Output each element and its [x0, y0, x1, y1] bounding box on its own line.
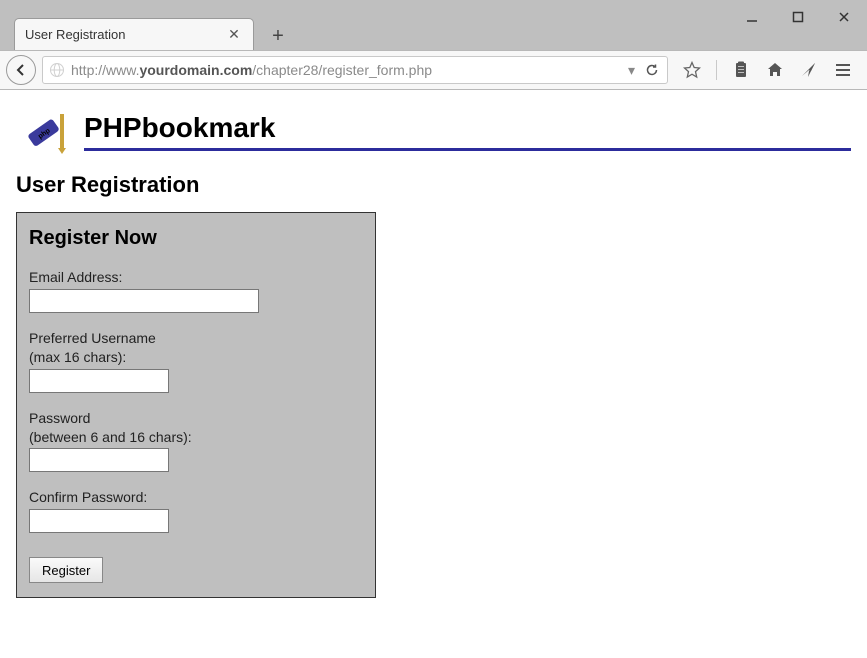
toolbar-icons — [674, 60, 861, 80]
send-icon[interactable] — [799, 60, 819, 80]
site-divider — [84, 148, 851, 151]
window-controls — [729, 0, 867, 34]
url-path: /chapter28/register_form.php — [252, 62, 432, 78]
window-maximize-button[interactable] — [775, 0, 821, 34]
tab-strip: User Registration ✕ + — [14, 18, 292, 50]
registration-form-panel: Register Now Email Address: Preferred Us… — [16, 212, 376, 598]
browser-tab[interactable]: User Registration ✕ — [14, 18, 254, 50]
browser-toolbar: http://www.yourdomain.com/chapter28/regi… — [0, 50, 867, 90]
email-label: Email Address: — [29, 268, 363, 287]
clipboard-icon[interactable] — [731, 60, 751, 80]
url-prefix: http://www. — [71, 62, 139, 78]
username-input[interactable] — [29, 369, 169, 393]
page-heading: User Registration — [16, 172, 851, 198]
site-logo-icon: php — [16, 108, 76, 154]
password-input[interactable] — [29, 448, 169, 472]
password-label-line1: Password — [29, 410, 90, 426]
password-group: Password (between 6 and 16 chars): — [29, 409, 363, 473]
home-icon[interactable] — [765, 60, 785, 80]
new-tab-button[interactable]: + — [264, 22, 292, 50]
username-label-line1: Preferred Username — [29, 330, 156, 346]
register-button[interactable]: Register — [29, 557, 103, 583]
reload-icon[interactable] — [643, 63, 661, 77]
nav-back-button[interactable] — [6, 55, 36, 85]
password-label: Password (between 6 and 16 chars): — [29, 409, 363, 447]
username-group: Preferred Username (max 16 chars): — [29, 329, 363, 393]
confirm-password-label: Confirm Password: — [29, 488, 363, 507]
form-title: Register Now — [29, 227, 363, 250]
tab-title: User Registration — [25, 27, 225, 42]
toolbar-separator — [716, 60, 717, 80]
email-input[interactable] — [29, 289, 259, 313]
globe-icon — [49, 62, 65, 78]
username-label: Preferred Username (max 16 chars): — [29, 329, 363, 367]
menu-icon[interactable] — [833, 60, 853, 80]
username-label-line2: (max 16 chars): — [29, 349, 126, 365]
url-bar[interactable]: http://www.yourdomain.com/chapter28/regi… — [42, 56, 668, 84]
site-title: PHPbookmark — [84, 112, 851, 144]
password-label-line2: (between 6 and 16 chars): — [29, 429, 192, 445]
page-content: php PHPbookmark User Registration Regist… — [0, 90, 867, 658]
site-header: php PHPbookmark — [16, 108, 851, 154]
bookmark-star-icon[interactable] — [682, 60, 702, 80]
dropdown-icon[interactable]: ▾ — [628, 62, 635, 79]
confirm-password-group: Confirm Password: — [29, 488, 363, 533]
confirm-password-input[interactable] — [29, 509, 169, 533]
url-domain: yourdomain.com — [139, 62, 252, 78]
window-minimize-button[interactable] — [729, 0, 775, 34]
email-group: Email Address: — [29, 268, 363, 313]
url-text: http://www.yourdomain.com/chapter28/regi… — [71, 62, 628, 78]
window-close-button[interactable] — [821, 0, 867, 34]
tab-close-icon[interactable]: ✕ — [225, 26, 243, 44]
